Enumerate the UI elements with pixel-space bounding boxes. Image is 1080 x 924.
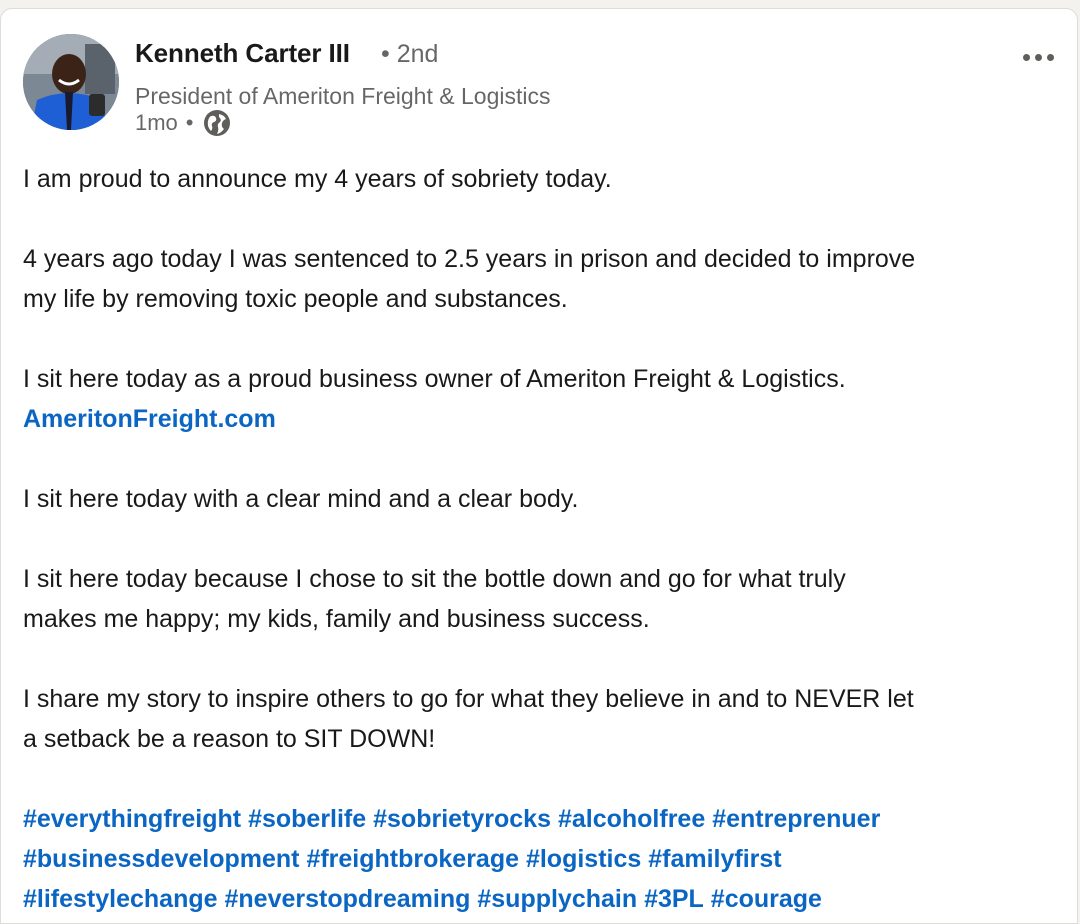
post-line: makes me happy; my kids, family and busi… xyxy=(23,605,650,633)
avatar-photo xyxy=(23,34,119,130)
hashtag-link[interactable]: #freightbrokerage xyxy=(306,845,519,873)
post-meta: 1mo • xyxy=(135,109,232,137)
globe-icon xyxy=(202,108,232,138)
post-paragraph: 4 years ago today I was sentenced to 2.5… xyxy=(23,239,1068,319)
hashtag-link[interactable]: #neverstopdreaming xyxy=(224,885,470,913)
website-link[interactable]: AmeritonFreight.com xyxy=(23,405,276,433)
hashtag-link[interactable]: #supplychain xyxy=(477,885,637,913)
post-line: I sit here today because I chose to sit … xyxy=(23,565,846,593)
connection-degree-label: 2nd xyxy=(396,40,439,68)
post-time: 1mo xyxy=(135,110,178,135)
ellipsis-icon-dot xyxy=(1022,53,1030,61)
more-options-button[interactable] xyxy=(1011,37,1065,77)
post-line: I am proud to announce my 4 years of sob… xyxy=(23,165,612,193)
hashtag-link[interactable]: #alcoholfree xyxy=(558,805,705,833)
post-body: I am proud to announce my 4 years of sob… xyxy=(23,159,1068,919)
hashtag-link[interactable]: #businessdevelopment xyxy=(23,845,299,873)
hashtag-link[interactable]: #soberlife xyxy=(248,805,366,833)
post-line: I sit here today with a clear mind and a… xyxy=(23,485,579,513)
post-line: 4 years ago today I was sentenced to 2.5… xyxy=(23,245,916,273)
hashtag-link[interactable]: #courage xyxy=(711,885,822,913)
hashtag-link[interactable]: #lifestylechange xyxy=(23,885,218,913)
ellipsis-icon-dot xyxy=(1034,53,1042,61)
ellipsis-icon-dot xyxy=(1046,53,1054,61)
author-name[interactable]: Kenneth Carter III xyxy=(135,38,350,69)
hashtag-link[interactable]: #familyfirst xyxy=(648,845,781,873)
post-line: my life by removing toxic people and sub… xyxy=(23,285,568,313)
post-card: Kenneth Carter III • 2nd President of Am… xyxy=(0,8,1078,924)
post-line: a setback be a reason to SIT DOWN! xyxy=(23,725,436,753)
author-headline: President of Ameriton Freight & Logistic… xyxy=(135,83,551,109)
post-paragraph: I sit here today because I chose to sit … xyxy=(23,559,1068,639)
meta-separator: • xyxy=(185,110,194,135)
post-paragraph: I sit here today with a clear mind and a… xyxy=(23,479,1068,519)
hashtag-link[interactable]: #everythingfreight xyxy=(23,805,241,833)
hashtag-link[interactable]: #sobrietyrocks xyxy=(373,805,551,833)
post-line: I share my story to inspire others to go… xyxy=(23,685,914,713)
hashtag-link[interactable]: #3PL xyxy=(644,885,704,913)
hashtag-block: #everythingfreight #soberlife #sobrietyr… xyxy=(23,799,1068,919)
connection-degree: • 2nd xyxy=(381,40,439,68)
author-avatar[interactable] xyxy=(23,34,119,130)
post-paragraph: I sit here today as a proud business own… xyxy=(23,359,1068,439)
post-paragraph: I share my story to inspire others to go… xyxy=(23,679,1068,759)
hashtag-link[interactable]: #entreprenuer xyxy=(712,805,880,833)
post-line: I sit here today as a proud business own… xyxy=(23,365,846,393)
post-paragraph: I am proud to announce my 4 years of sob… xyxy=(23,159,1068,199)
hashtag-link[interactable]: #logistics xyxy=(526,845,641,873)
